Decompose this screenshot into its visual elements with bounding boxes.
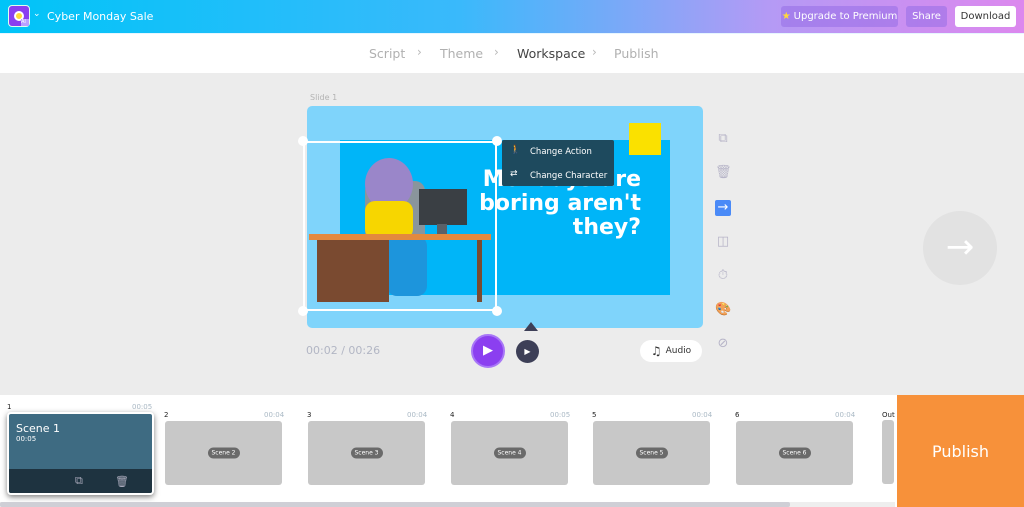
scene-number: 6 <box>735 411 740 419</box>
layout-icon[interactable]: ◫ <box>715 234 731 250</box>
chevron-down-icon[interactable]: ⌄ <box>33 9 41 19</box>
play-scene-button[interactable]: ▶ <box>516 340 539 363</box>
change-action-item[interactable]: Change Action <box>530 147 592 157</box>
audio-button[interactable]: ♫ Audio <box>640 340 702 362</box>
swap-character-icon: ⇄ <box>510 169 518 179</box>
star-icon: ★ <box>781 11 791 22</box>
scene-card[interactable]: Scene 3 <box>308 421 425 485</box>
resize-handle[interactable] <box>298 136 308 146</box>
timer-icon[interactable]: ⏱ <box>715 268 731 284</box>
scene-duration: 00:04 <box>264 411 285 419</box>
logo-badge: AI <box>21 19 29 26</box>
trash-icon[interactable]: 🗑 <box>715 165 732 181</box>
scene-number: 3 <box>307 411 312 419</box>
chevron-right-icon: › <box>592 45 597 59</box>
yellow-square-shape[interactable] <box>629 123 661 155</box>
selection-box[interactable] <box>303 141 497 311</box>
scene-title: Scene 4 <box>493 447 526 459</box>
scene-number: 5 <box>592 411 597 419</box>
scene-title: Scene 2 <box>207 447 240 459</box>
duplicate-icon[interactable]: ⧉ <box>715 131 731 147</box>
audio-label: Audio <box>665 346 692 356</box>
app-logo[interactable]: AI <box>8 5 30 27</box>
resize-handle[interactable] <box>492 306 502 316</box>
scene-duration: 00:04 <box>692 411 713 419</box>
music-note-icon: ♫ <box>650 344 662 358</box>
scrollbar-thumb[interactable] <box>0 502 790 507</box>
slide-label: Slide 1 <box>310 93 338 102</box>
scene-title: Scene 3 <box>350 447 383 459</box>
step-publish[interactable]: Publish <box>614 46 659 61</box>
project-title[interactable]: Cyber Monday Sale <box>47 10 153 23</box>
scene-number: 2 <box>164 411 169 419</box>
resize-handle[interactable] <box>492 136 502 146</box>
delete-scene-icon[interactable]: 🗑 <box>115 475 129 488</box>
duplicate-scene-icon[interactable]: ⧉ <box>75 474 83 488</box>
scene-number: 4 <box>450 411 455 419</box>
outro-card[interactable] <box>882 420 894 484</box>
timeline-scrollbar[interactable] <box>0 502 895 507</box>
next-slide-button[interactable]: → <box>923 211 997 285</box>
play-button[interactable]: ▶ <box>471 334 505 368</box>
scene-title: Scene 1 <box>16 422 61 435</box>
scene-duration: 00:05 <box>550 411 571 419</box>
scene-card[interactable]: Scene 4 <box>451 421 568 485</box>
headline-line: they? <box>572 215 641 240</box>
scene-card[interactable]: Scene 6 <box>736 421 853 485</box>
step-nav: Script › Theme › Workspace › Publish <box>0 33 1024 73</box>
outro-label: Out <box>882 411 895 419</box>
scene-card-active[interactable]: Scene 1 00:05 ⧉ 🗑 <box>7 412 154 495</box>
transition-arrow-icon[interactable]: → <box>715 200 731 216</box>
step-theme[interactable]: Theme <box>440 46 483 61</box>
scene-duration: 00:04 <box>835 411 856 419</box>
headline-line: boring aren't <box>479 191 641 216</box>
scene-card[interactable]: Scene 5 <box>593 421 710 485</box>
step-workspace[interactable]: Workspace <box>517 46 585 61</box>
upgrade-label: Upgrade to Premium <box>793 11 898 22</box>
publish-button[interactable]: Publish <box>897 395 1024 507</box>
step-script[interactable]: Script <box>369 46 405 61</box>
change-character-item[interactable]: Change Character <box>530 171 607 181</box>
upgrade-button[interactable]: ★ Upgrade to Premium <box>781 6 898 27</box>
scene-duration: 00:05 <box>132 403 153 411</box>
scene-duration: 00:04 <box>407 411 428 419</box>
scene-card[interactable]: Scene 2 <box>165 421 282 485</box>
palette-icon[interactable]: 🎨 <box>715 302 731 318</box>
playhead-marker <box>524 322 538 331</box>
time-display: 00:02 / 00:26 <box>306 344 381 357</box>
walk-icon: 🚶 <box>510 145 521 155</box>
download-button[interactable]: Download <box>955 6 1016 27</box>
chevron-right-icon: › <box>494 45 499 59</box>
hide-icon[interactable]: ⊘ <box>715 336 731 352</box>
chevron-right-icon: › <box>417 45 422 59</box>
share-button[interactable]: Share <box>906 6 947 27</box>
scene-duration: 00:05 <box>16 435 37 443</box>
scene-number: 1 <box>7 403 12 411</box>
resize-handle[interactable] <box>298 306 308 316</box>
top-bar: AI ⌄ Cyber Monday Sale ★ Upgrade to Premi… <box>0 0 1024 33</box>
scene-title: Scene 6 <box>778 447 811 459</box>
scene-title: Scene 5 <box>635 447 668 459</box>
context-menu: 🚶 Change Action ⇄ Change Character <box>502 140 614 186</box>
